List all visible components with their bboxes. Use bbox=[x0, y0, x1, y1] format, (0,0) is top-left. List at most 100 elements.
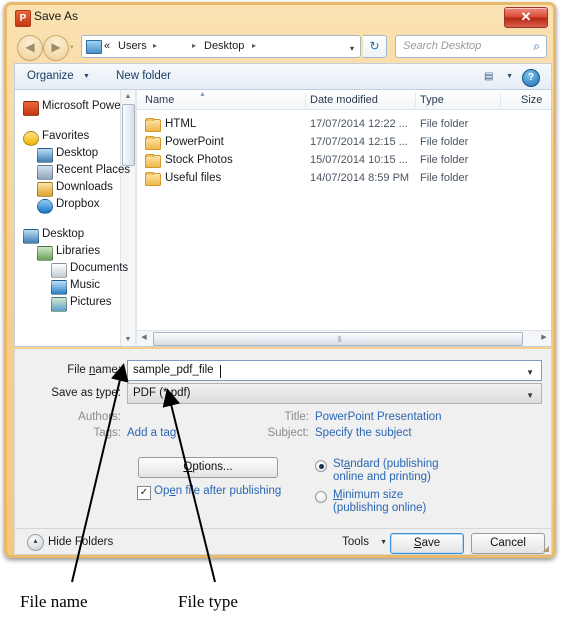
radio-minimum-size[interactable] bbox=[315, 491, 327, 503]
sidebar-item-desktop[interactable]: Desktop bbox=[56, 147, 98, 159]
close-icon[interactable]: ✕ bbox=[504, 7, 548, 28]
subject-link[interactable]: Specify the subject bbox=[315, 427, 412, 439]
sidebar-item-libraries[interactable]: Libraries bbox=[56, 245, 100, 257]
title-link[interactable]: PowerPoint Presentation bbox=[315, 411, 442, 423]
file-date: 14/07/2014 8:59 PM bbox=[310, 172, 410, 184]
sidebar-scrollbar[interactable]: ▲ ▼ bbox=[120, 90, 135, 346]
sidebar-item-pictures[interactable]: Pictures bbox=[70, 296, 112, 308]
chevron-down-icon[interactable]: ▾ bbox=[350, 44, 354, 53]
table-row[interactable]: Useful files 14/07/2014 8:59 PM File fol… bbox=[137, 170, 551, 188]
column-header-date[interactable]: Date modified bbox=[310, 94, 378, 106]
sort-ascending-icon: ▲ bbox=[199, 91, 206, 98]
dialog-footer: ▲ Hide Folders Tools ▼ Save Cancel bbox=[14, 529, 552, 555]
horizontal-scrollbar[interactable]: ◀ ⦀ ▶ bbox=[137, 330, 551, 346]
dialog-title: Save As bbox=[34, 9, 79, 23]
chevron-down-icon[interactable]: ▼ bbox=[83, 73, 90, 80]
file-name: Useful files bbox=[165, 172, 222, 184]
annotation-label-file-name: File name bbox=[20, 592, 88, 611]
breadcrumb-overflow[interactable]: « bbox=[104, 40, 110, 52]
folder-icon bbox=[145, 172, 161, 186]
save-options-form: File name: sample_pdf_file ▼ Save as typ… bbox=[14, 349, 552, 529]
title-label: Title: bbox=[284, 411, 310, 423]
breadcrumb-separator[interactable]: ▸ bbox=[192, 41, 196, 50]
breadcrumb-separator[interactable]: ▸ bbox=[153, 41, 157, 50]
powerpoint-icon: P bbox=[15, 10, 31, 27]
back-button[interactable]: ◀ bbox=[17, 35, 43, 61]
scroll-up-icon[interactable]: ▲ bbox=[121, 90, 135, 103]
search-input[interactable]: Search Desktop ⌕ bbox=[395, 35, 547, 58]
sidebar-item-desktop[interactable]: Desktop bbox=[42, 228, 84, 240]
column-header-type[interactable]: Type bbox=[420, 94, 444, 106]
navigation-sidebar: ▲ ▼ Microsoft Powe Favorites Desktop Recent… bbox=[15, 90, 135, 346]
radio-standard[interactable] bbox=[315, 460, 327, 472]
file-type: File folder bbox=[420, 154, 469, 166]
text-cursor bbox=[220, 365, 221, 378]
hide-folders-button[interactable]: Hide Folders bbox=[48, 536, 113, 548]
radio-standard-label[interactable]: Standard (publishing online and printing) bbox=[333, 458, 439, 484]
breadcrumb-item-users[interactable]: Users bbox=[118, 40, 147, 52]
scrollbar-grip: ⦀ bbox=[338, 335, 342, 344]
sidebar-item-microsoft-powe[interactable]: Microsoft Powe bbox=[42, 100, 121, 112]
breadcrumb-item-desktop[interactable]: Desktop bbox=[204, 40, 244, 52]
file-name-input[interactable]: sample_pdf_file ▼ bbox=[127, 360, 542, 381]
radio-minimum-size-label[interactable]: Minimum size (publishing online) bbox=[333, 489, 426, 515]
powerpoint-icon bbox=[23, 101, 39, 116]
file-list-pane: Name ▲ Date modified Type Size HTML 17/0… bbox=[137, 90, 551, 346]
file-type: File folder bbox=[420, 172, 469, 184]
tools-button[interactable]: Tools bbox=[342, 536, 369, 548]
title-bar: P Save As ✕ bbox=[7, 5, 553, 31]
file-name-label: File name: bbox=[67, 364, 121, 376]
sidebar-item-downloads[interactable]: Downloads bbox=[56, 181, 113, 193]
column-header-size[interactable]: Size bbox=[521, 94, 542, 106]
history-dropdown-icon[interactable]: ▾ bbox=[70, 43, 74, 51]
explorer-pane: ▲ ▼ Microsoft Powe Favorites Desktop Recent… bbox=[14, 89, 552, 347]
file-name: HTML bbox=[165, 118, 197, 130]
save-as-dialog: P Save As ✕ ◀ ▶ ▾ « Users ▸ ▸ Desktop ▸ … bbox=[4, 2, 556, 558]
sidebar-item-recent-places[interactable]: Recent Places bbox=[56, 164, 130, 176]
chevron-down-icon[interactable]: ▼ bbox=[506, 73, 513, 80]
new-folder-button[interactable]: New folder bbox=[116, 70, 171, 82]
save-as-type-select[interactable]: PDF (*.pdf) ▼ bbox=[127, 383, 542, 404]
sidebar-item-documents[interactable]: Documents bbox=[70, 262, 128, 274]
breadcrumb-separator[interactable]: ▸ bbox=[252, 41, 256, 50]
table-row[interactable]: Stock Photos 15/07/2014 10:15 ... File f… bbox=[137, 152, 551, 170]
resize-grip[interactable]: ◢ bbox=[543, 544, 549, 553]
scroll-left-icon[interactable]: ◀ bbox=[137, 331, 151, 345]
file-name: Stock Photos bbox=[165, 154, 233, 166]
collapse-icon[interactable]: ▲ bbox=[27, 534, 44, 551]
scroll-right-icon[interactable]: ▶ bbox=[537, 331, 551, 345]
chevron-down-icon[interactable]: ▼ bbox=[526, 368, 534, 377]
chevron-down-icon[interactable]: ▼ bbox=[380, 539, 387, 546]
add-tag-link[interactable]: Add a tag bbox=[127, 427, 176, 439]
options-button[interactable]: OOptions...ptions... bbox=[138, 457, 278, 478]
sidebar-item-dropbox[interactable]: Dropbox bbox=[56, 198, 99, 210]
documents-icon bbox=[51, 263, 67, 278]
downloads-icon bbox=[37, 182, 53, 197]
sidebar-item-favorites[interactable]: Favorites bbox=[42, 130, 89, 142]
scrollbar-thumb[interactable]: ⦀ bbox=[153, 332, 523, 346]
open-file-label[interactable]: Open file after publishing bbox=[154, 485, 281, 497]
refresh-icon[interactable]: ↻ bbox=[363, 35, 387, 58]
pictures-icon bbox=[51, 297, 67, 312]
file-date: 17/07/2014 12:22 ... bbox=[310, 118, 408, 130]
organize-button[interactable]: Organize bbox=[27, 70, 74, 82]
table-row[interactable]: HTML 17/07/2014 12:22 ... File folder bbox=[137, 116, 551, 134]
desktop-icon bbox=[23, 229, 39, 244]
help-icon[interactable]: ? bbox=[522, 69, 540, 87]
cancel-button[interactable]: Cancel bbox=[471, 533, 545, 554]
scrollbar-thumb[interactable] bbox=[122, 104, 135, 166]
address-bar[interactable]: « Users ▸ ▸ Desktop ▸ ▾ bbox=[81, 35, 361, 58]
scroll-down-icon[interactable]: ▼ bbox=[121, 333, 135, 346]
open-file-checkbox[interactable]: ✓ bbox=[137, 486, 151, 500]
sidebar-item-music[interactable]: Music bbox=[70, 279, 100, 291]
save-button[interactable]: Save bbox=[390, 533, 464, 554]
view-mode-icon[interactable]: ▤ bbox=[484, 70, 499, 83]
folder-icon bbox=[145, 154, 161, 168]
desktop-icon bbox=[37, 148, 53, 163]
file-type: File folder bbox=[420, 136, 469, 148]
column-header-name[interactable]: Name bbox=[145, 94, 174, 106]
folder-icon bbox=[145, 118, 161, 132]
chevron-down-icon[interactable]: ▼ bbox=[526, 391, 534, 400]
forward-button[interactable]: ▶ bbox=[43, 35, 69, 61]
table-row[interactable]: PowerPoint 17/07/2014 12:15 ... File fol… bbox=[137, 134, 551, 152]
